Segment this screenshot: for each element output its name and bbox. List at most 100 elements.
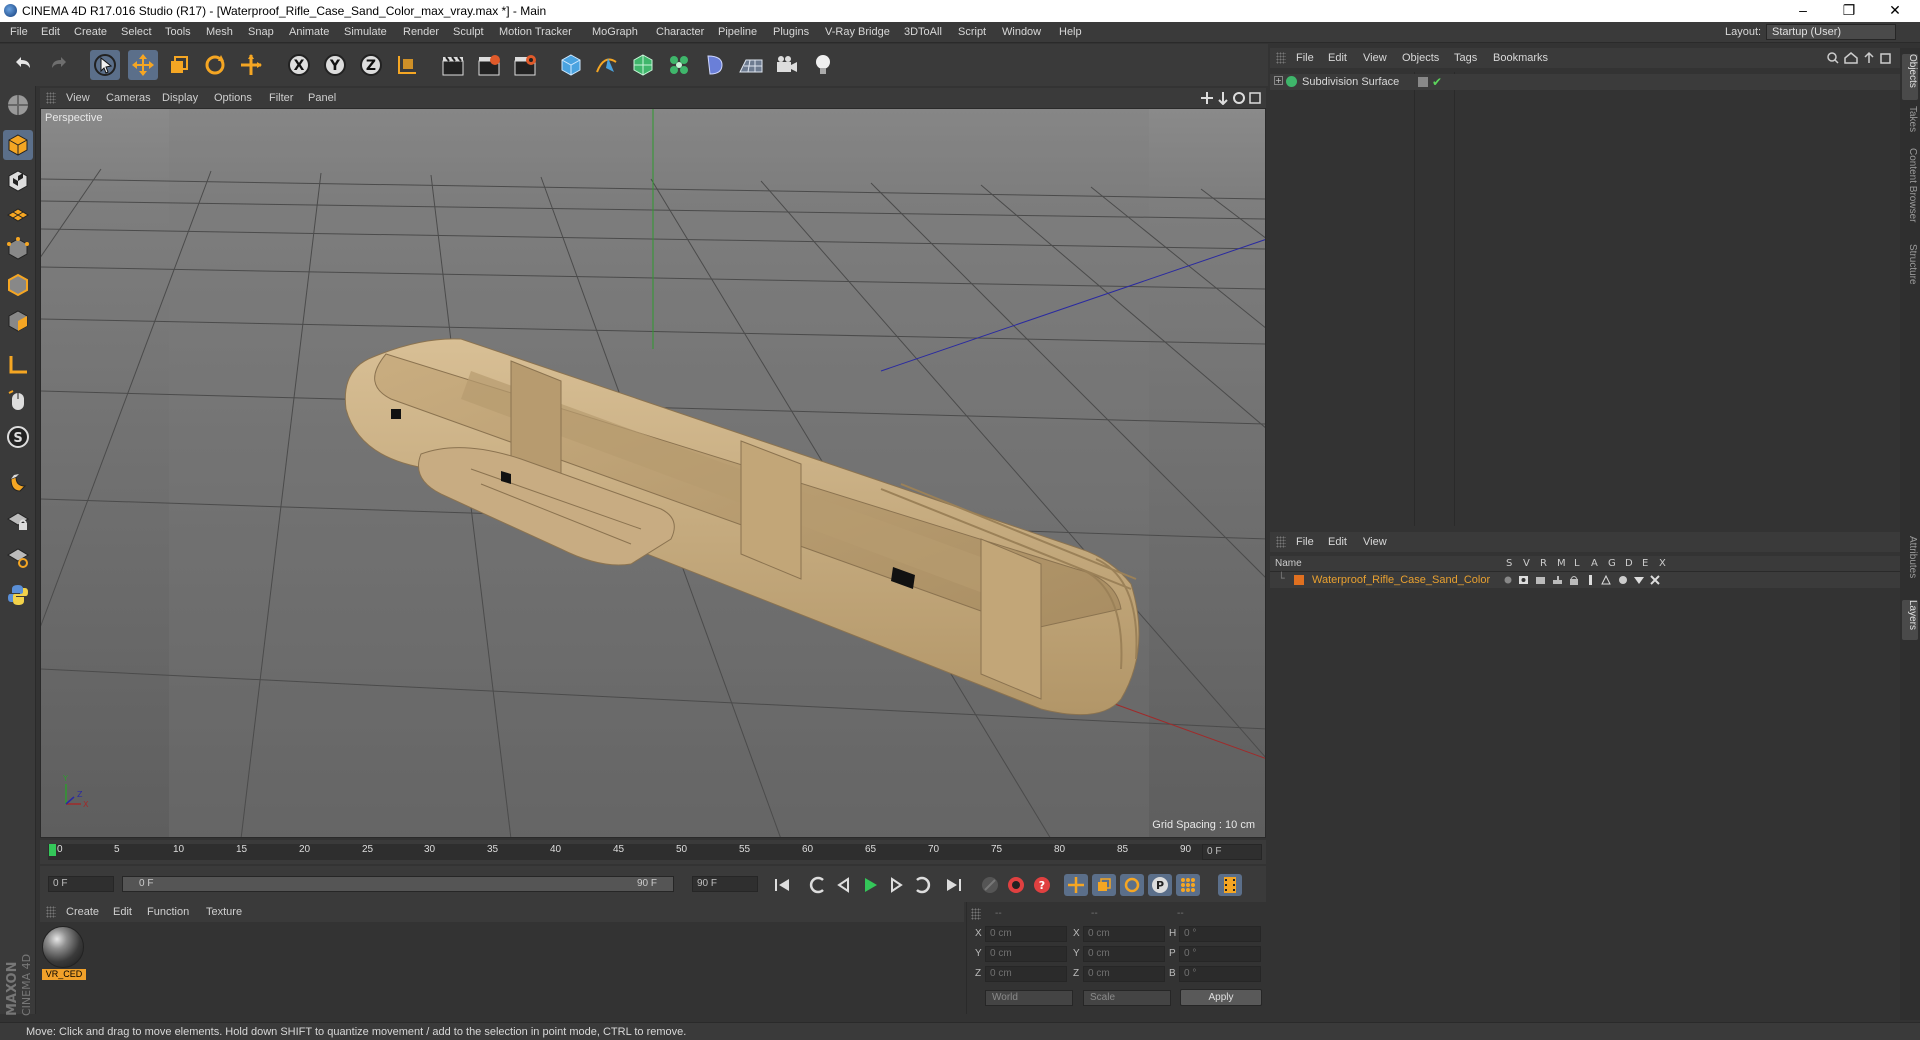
object-menu-tags[interactable]: Tags — [1454, 52, 1477, 64]
autokeying-button[interactable] — [1004, 874, 1028, 896]
panel-grip[interactable] — [971, 908, 981, 920]
record-active-objects-button[interactable] — [978, 874, 1002, 896]
menu-sculpt[interactable]: Sculpt — [453, 26, 484, 38]
menu-render[interactable]: Render — [403, 26, 439, 38]
coordinate-space-dropdown[interactable]: World — [985, 990, 1073, 1006]
maximize-button[interactable]: ❐ — [1826, 0, 1872, 22]
layer-name[interactable]: Waterproof_Rifle_Case_Sand_Color — [1312, 574, 1490, 586]
layer-menu-view[interactable]: View — [1363, 536, 1387, 548]
keyframe-selection-button[interactable]: ? — [1030, 874, 1054, 896]
object-menu-objects[interactable]: Objects — [1402, 52, 1439, 64]
object-manager-nav-icons[interactable] — [1825, 51, 1895, 65]
add-nurbs-button[interactable] — [628, 50, 658, 80]
play-button[interactable] — [858, 874, 882, 896]
timeline-window-button[interactable] — [1218, 874, 1242, 896]
layer-column-xref[interactable]: X — [1659, 558, 1666, 569]
menu-file[interactable]: File — [10, 26, 28, 38]
tab-objects[interactable]: Objects — [1902, 54, 1918, 100]
menu-edit[interactable]: Edit — [41, 26, 60, 38]
render-picture-viewer-button[interactable] — [474, 50, 504, 80]
layer-column-expressions[interactable]: E — [1642, 558, 1648, 569]
menu-script[interactable]: Script — [958, 26, 986, 38]
python-button[interactable] — [3, 580, 33, 610]
layer-column-name[interactable]: Name — [1275, 558, 1302, 569]
playhead[interactable] — [49, 844, 56, 856]
layer-column-generators[interactable]: G — [1608, 558, 1616, 569]
material-menu-texture[interactable]: Texture — [206, 906, 242, 918]
close-button[interactable]: ✕ — [1872, 0, 1918, 22]
start-frame-field[interactable]: 0 F — [48, 876, 114, 892]
editor-visibility-icon[interactable] — [1418, 77, 1428, 87]
layer-menu-edit[interactable]: Edit — [1328, 536, 1347, 548]
viewport-nav-icons[interactable] — [1200, 91, 1264, 105]
menu-animate[interactable]: Animate — [289, 26, 329, 38]
key-rotation-button[interactable] — [1120, 874, 1144, 896]
add-light-button[interactable] — [808, 50, 838, 80]
expand-icon[interactable]: + — [1274, 76, 1283, 85]
coordinate-system-button[interactable] — [392, 50, 422, 80]
panel-grip[interactable] — [1276, 536, 1286, 548]
undo-button[interactable] — [8, 50, 38, 80]
solo-mode-button[interactable]: S — [3, 422, 33, 452]
key-parameter-button[interactable]: P — [1148, 874, 1172, 896]
y-axis-lock-button[interactable]: Y — [320, 50, 350, 80]
viewport-menu-panel[interactable]: Panel — [308, 92, 336, 104]
lock-workplane-button[interactable] — [3, 506, 33, 536]
object-menu-view[interactable]: View — [1363, 52, 1387, 64]
perspective-viewport[interactable]: Y X Z Perspective Grid Spacing : 10 cm — [40, 108, 1266, 838]
x-axis-lock-button[interactable]: X — [284, 50, 314, 80]
size-x-field[interactable]: 0 cm — [1083, 926, 1165, 942]
model-mode-button[interactable] — [3, 130, 33, 160]
object-menu-bookmarks[interactable]: Bookmarks — [1493, 52, 1548, 64]
workplane-mode-button[interactable] — [3, 198, 33, 228]
object-menu-file[interactable]: File — [1296, 52, 1314, 64]
menu-vray-bridge[interactable]: V-Ray Bridge — [825, 26, 890, 38]
frame-range-slider[interactable]: 0 F 90 F — [122, 876, 674, 892]
viewport-menu-filter[interactable]: Filter — [269, 92, 293, 104]
pos-z-field[interactable]: 0 cm — [985, 966, 1067, 982]
next-key-button[interactable] — [910, 874, 934, 896]
key-position-button[interactable] — [1064, 874, 1088, 896]
live-selection-button[interactable] — [90, 50, 120, 80]
viewport-camera-label[interactable]: Perspective — [45, 112, 102, 124]
end-frame-field[interactable]: 90 F — [692, 876, 758, 892]
layer-column-view[interactable]: V — [1523, 558, 1530, 569]
size-z-field[interactable]: 0 cm — [1083, 966, 1165, 982]
layer-menu-file[interactable]: File — [1296, 536, 1314, 548]
add-mograph-button[interactable] — [664, 50, 694, 80]
pos-y-field[interactable]: 0 cm — [985, 946, 1067, 962]
object-menu-edit[interactable]: Edit — [1328, 52, 1347, 64]
move-tool-button[interactable] — [128, 50, 158, 80]
menu-create[interactable]: Create — [74, 26, 107, 38]
go-to-start-button[interactable] — [770, 874, 794, 896]
menu-simulate[interactable]: Simulate — [344, 26, 387, 38]
menu-select[interactable]: Select — [121, 26, 152, 38]
scale-tool-button[interactable] — [164, 50, 194, 80]
minimize-button[interactable]: – — [1780, 0, 1826, 22]
rotate-tool-button[interactable] — [200, 50, 230, 80]
rot-p-field[interactable]: 0 ° — [1179, 946, 1261, 962]
menu-3dtoall[interactable]: 3DToAll — [904, 26, 942, 38]
layer-column-manager[interactable]: M — [1557, 558, 1566, 569]
tab-layers[interactable]: Layers — [1902, 600, 1918, 640]
layer-color-swatch[interactable] — [1294, 575, 1304, 585]
layer-column-locked[interactable]: L — [1574, 558, 1580, 569]
material-menu-function[interactable]: Function — [147, 906, 189, 918]
apply-button[interactable]: Apply — [1180, 989, 1262, 1006]
key-pla-button[interactable] — [1176, 874, 1200, 896]
redo-button[interactable] — [44, 50, 74, 80]
viewport-menu-view[interactable]: View — [66, 92, 90, 104]
layer-column-animation[interactable]: A — [1591, 558, 1598, 569]
tab-content-browser[interactable]: Content Browser — [1902, 148, 1918, 238]
layout-dropdown[interactable]: Startup (User) — [1766, 24, 1896, 40]
menu-pipeline[interactable]: Pipeline — [718, 26, 757, 38]
planar-workplane-button[interactable] — [3, 542, 33, 572]
add-spline-button[interactable] — [592, 50, 622, 80]
viewport-menu-options[interactable]: Options — [214, 92, 252, 104]
timeline-ruler[interactable]: 0 5 10 15 20 25 30 35 40 45 50 55 60 65 … — [40, 840, 1266, 864]
viewport-menu-display[interactable]: Display — [162, 92, 198, 104]
add-deformer-button[interactable] — [700, 50, 730, 80]
go-to-end-button[interactable] — [942, 874, 966, 896]
texture-mode-button[interactable] — [3, 166, 33, 196]
menu-mesh[interactable]: Mesh — [206, 26, 233, 38]
